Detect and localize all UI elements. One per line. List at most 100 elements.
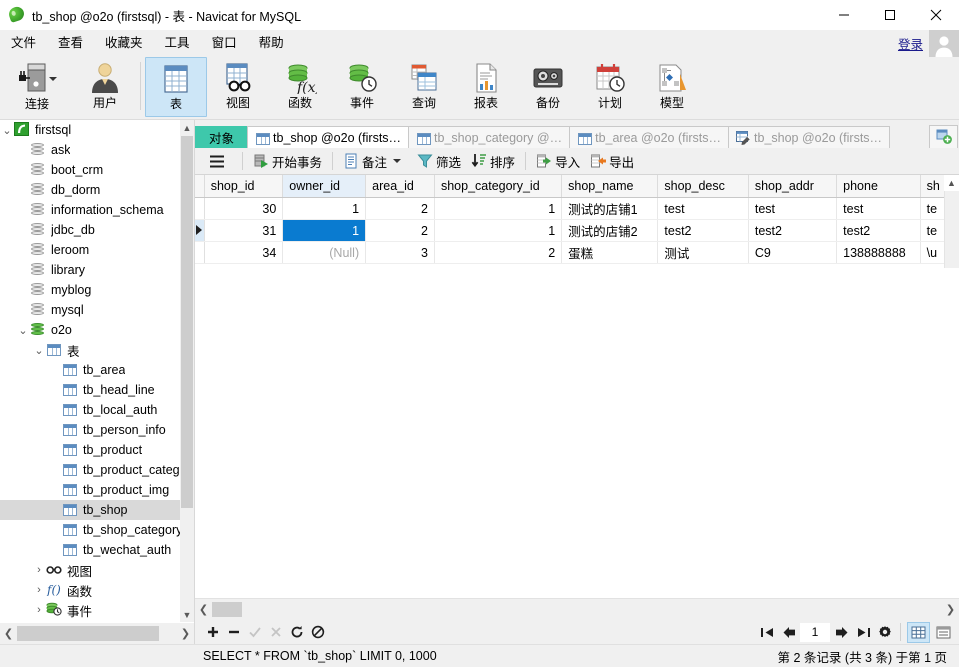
tree-node-tb_person_info[interactable]: tb_person_info [0,420,180,440]
prev-page-icon[interactable] [778,621,800,643]
column-header-shop_id[interactable]: shop_id [204,175,284,198]
login-link[interactable]: 登录 [898,34,923,53]
event-button[interactable]: 事件 [331,57,393,117]
tree-node-[interactable]: ⌄ 表 [0,340,180,360]
scroll-left-icon[interactable]: ❮ [0,627,17,640]
cell-area_id[interactable]: 2 [365,219,435,242]
column-header-shop_addr[interactable]: shop_addr [748,175,838,198]
tree-node-jdbc_db[interactable]: jdbc_db [0,220,180,240]
scroll-right-icon[interactable]: ❯ [942,603,959,616]
tree-node-[interactable]: › 事件 [0,600,180,620]
next-page-icon[interactable] [830,621,852,643]
tree-node-firstsql[interactable]: ⌄ firstsql [0,120,180,140]
scrollbar-thumb[interactable] [944,191,959,268]
tab-table-2[interactable]: tb_shop_category @… [408,126,571,148]
stop-icon[interactable] [308,622,328,642]
new-tab-plus-icon[interactable] [929,125,958,148]
tree-node-boot_crm[interactable]: boot_crm [0,160,180,180]
chevron-down-icon[interactable] [49,77,57,81]
scroll-left-icon[interactable]: ❮ [195,603,212,616]
tree-node-ask[interactable]: ask [0,140,180,160]
view-button[interactable]: 视图 [207,57,269,117]
refresh-icon[interactable] [287,622,307,642]
table-row[interactable]: 30 1 2 1 测试的店铺1 test test test te [195,197,959,220]
add-record-icon[interactable] [203,622,223,642]
object-tree[interactable]: ⌄ firstsql ask boot_crm db_dorm information_s… [0,120,180,622]
backup-button[interactable]: 备份 [517,57,579,117]
column-header-shop_name[interactable]: shop_name [561,175,659,198]
note-button[interactable]: 备注 [338,149,406,173]
filter-button[interactable]: 筛选 [412,149,466,173]
tree-node-[interactable]: ›查询 [0,620,180,622]
tree-node-db_dorm[interactable]: db_dorm [0,180,180,200]
cell-owner_id[interactable]: (Null) [282,241,367,264]
tree-node-library[interactable]: library [0,260,180,280]
column-header-shop_category_id[interactable]: shop_category_id [434,175,563,198]
chevron-down-icon[interactable]: ⌄ [16,324,30,337]
schedule-button[interactable]: 计划 [579,57,641,117]
chevron-right-icon[interactable]: › [32,584,46,596]
tree-node-o2o[interactable]: ⌄ o2o [0,320,180,340]
form-view-icon[interactable] [932,622,955,643]
hamburger-menu-icon[interactable] [195,149,237,173]
tree-node-tb_head_line[interactable]: tb_head_line [0,380,180,400]
column-header-owner_id[interactable]: owner_id [282,175,367,198]
menu-favorites[interactable]: 收藏夹 [94,30,154,57]
result-table[interactable]: shop_id owner_id area_id shop_category_id sh… [195,175,959,264]
row-marker[interactable] [195,241,205,264]
last-page-icon[interactable] [852,621,874,643]
cell-phone[interactable]: test [836,197,921,220]
sidebar-horizontal-scrollbar[interactable]: ❮ ❯ [0,623,194,644]
cell-shop_id[interactable]: 34 [204,241,284,264]
tree-node-tb_product_img[interactable]: tb_product_img [0,480,180,500]
scrollbar-thumb[interactable] [212,602,242,617]
cell-phone[interactable]: test2 [836,219,921,242]
scroll-up-icon[interactable]: ▲ [180,120,194,135]
import-button[interactable]: 导入 [531,149,585,173]
function-button[interactable]: f(x) 函数 [269,57,331,117]
menu-file[interactable]: 文件 [0,30,47,57]
cell-area_id[interactable]: 3 [365,241,435,264]
first-page-icon[interactable] [756,621,778,643]
menu-window[interactable]: 窗口 [201,30,248,57]
sidebar-vertical-scrollbar[interactable]: ▲ ▼ [180,120,194,622]
cell-phone[interactable]: 138888888 [836,241,921,264]
scroll-track[interactable] [212,602,942,617]
tree-node-[interactable]: › 视图 [0,560,180,580]
chevron-down-icon[interactable] [393,159,402,163]
report-button[interactable]: 报表 [455,57,517,117]
table-row[interactable]: 31 1 2 1 测试的店铺2 test2 test2 test2 te [195,219,959,242]
table-row[interactable]: 34 (Null) 3 2 蛋糕 测试 C9 138888888 \u [195,241,959,264]
cell-shop_id[interactable]: 31 [204,219,284,242]
cell-shop_id[interactable]: 30 [204,197,284,220]
menu-help[interactable]: 帮助 [248,30,295,57]
tab-table-3[interactable]: tb_area @o2o (firsts… [569,126,730,148]
page-number-input[interactable]: 1 [800,622,830,642]
cell-shop_category_id[interactable]: 1 [434,197,563,220]
tree-node-tb_wechat_auth[interactable]: tb_wechat_auth [0,540,180,560]
tree-node-tb_shop[interactable]: tb_shop [0,500,180,520]
tree-node-[interactable]: › f() 函数 [0,580,180,600]
column-header-phone[interactable]: phone [836,175,921,198]
maximize-icon[interactable] [867,0,913,30]
tree-node-myblog[interactable]: myblog [0,280,180,300]
export-button[interactable]: 导出 [585,149,639,173]
tab-objects[interactable]: 对象 [195,126,249,148]
sort-button[interactable]: 排序 [466,149,520,173]
chevron-down-icon[interactable]: ⌄ [32,344,46,357]
scrollbar-thumb[interactable] [17,626,159,641]
column-header-shop_desc[interactable]: shop_desc [657,175,749,198]
begin-transaction-button[interactable]: 开始事务 [248,149,327,173]
chevron-down-icon[interactable]: ⌄ [0,124,14,137]
cell-shop_name[interactable]: 蛋糕 [561,241,659,264]
cell-shop_name[interactable]: 测试的店铺1 [561,197,659,220]
tree-node-tb_product_categ[interactable]: tb_product_categ [0,460,180,480]
row-marker[interactable] [195,219,205,242]
table-button[interactable]: 表 [145,57,207,117]
tab-table-1[interactable]: tb_shop @o2o (firsts… [247,126,410,148]
tree-node-leroom[interactable]: leroom [0,240,180,260]
model-button[interactable]: 模型 [641,57,703,117]
cell-shop_desc[interactable]: test [657,197,749,220]
tree-node-tb_area[interactable]: tb_area [0,360,180,380]
menu-tools[interactable]: 工具 [154,30,201,57]
